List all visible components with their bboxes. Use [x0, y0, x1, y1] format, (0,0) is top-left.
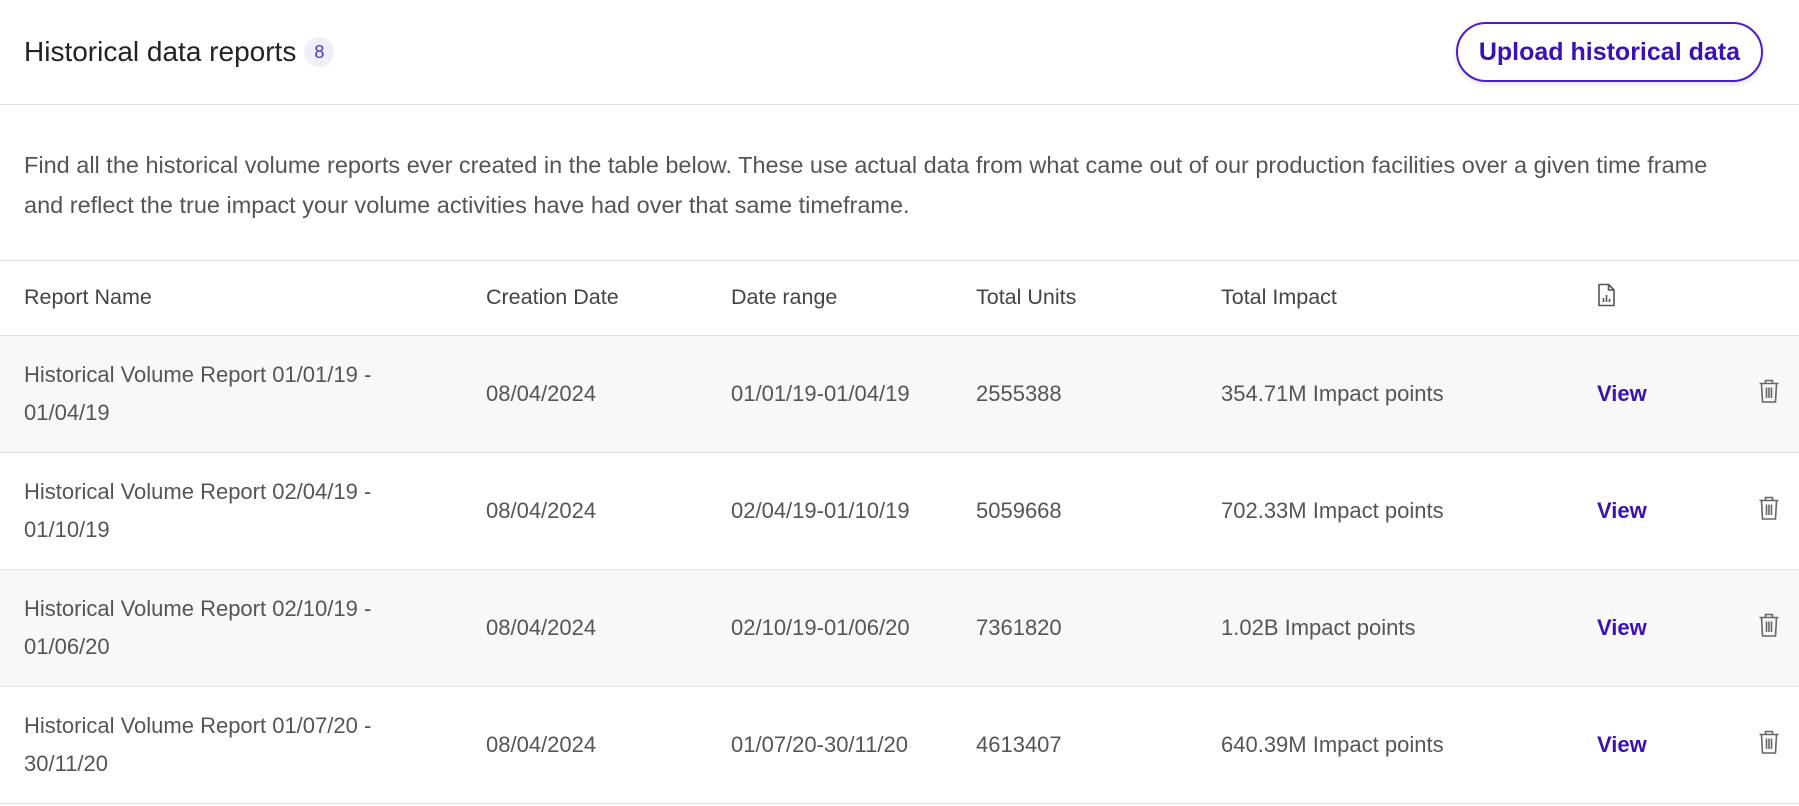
view-report-link[interactable]: View [1597, 732, 1647, 757]
reports-table: Report Name Creation Date Date range Tot… [0, 261, 1799, 804]
page-header: Historical data reports 8 Upload histori… [0, 0, 1799, 105]
view-cell: View [1571, 686, 1711, 804]
view-report-link[interactable]: View [1597, 615, 1647, 640]
view-report-link[interactable]: View [1597, 498, 1647, 523]
title-group: Historical data reports 8 [24, 36, 335, 68]
report-name-cell: Historical Volume Report 02/10/19 - 01/0… [0, 569, 486, 687]
report-count-badge: 8 [304, 37, 335, 67]
column-header-report-name[interactable]: Report Name [0, 261, 486, 336]
creation-date-cell: 08/04/2024 [486, 569, 731, 687]
total-units-cell: 4613407 [976, 686, 1221, 804]
upload-historical-data-button[interactable]: Upload historical data [1455, 22, 1763, 82]
column-header-actions [1711, 261, 1799, 336]
total-units-cell: 2555388 [976, 335, 1221, 453]
trash-icon[interactable] [1757, 495, 1781, 521]
view-cell: View [1571, 569, 1711, 687]
view-cell: View [1571, 452, 1711, 570]
total-units-cell: 7361820 [976, 569, 1221, 687]
column-header-creation-date[interactable]: Creation Date [486, 261, 731, 336]
total-impact-cell: 1.02B Impact points [1221, 569, 1571, 687]
delete-cell [1711, 335, 1799, 453]
column-header-report [1571, 261, 1711, 336]
trash-icon[interactable] [1757, 378, 1781, 404]
date-range-cell: 01/07/20-30/11/20 [731, 686, 976, 804]
trash-icon[interactable] [1757, 729, 1781, 755]
report-name-cell: Historical Volume Report 01/01/19 - 01/0… [0, 335, 486, 453]
date-range-cell: 02/04/19-01/10/19 [731, 452, 976, 570]
total-units-cell: 5059668 [976, 452, 1221, 570]
date-range-cell: 01/01/19-01/04/19 [731, 335, 976, 453]
table-header-row: Report Name Creation Date Date range Tot… [0, 261, 1799, 336]
creation-date-cell: 08/04/2024 [486, 686, 731, 804]
total-impact-cell: 640.39M Impact points [1221, 686, 1571, 804]
view-report-link[interactable]: View [1597, 381, 1647, 406]
view-cell: View [1571, 335, 1711, 453]
table-row: Historical Volume Report 01/07/20 - 30/1… [0, 686, 1799, 804]
date-range-cell: 02/10/19-01/06/20 [731, 569, 976, 687]
table-row: Historical Volume Report 02/10/19 - 01/0… [0, 569, 1799, 687]
file-chart-icon [1595, 283, 1617, 307]
table-row: Historical Volume Report 01/01/19 - 01/0… [0, 335, 1799, 453]
column-header-total-units[interactable]: Total Units [976, 261, 1221, 336]
delete-cell [1711, 686, 1799, 804]
table-row: Historical Volume Report 02/04/19 - 01/1… [0, 452, 1799, 570]
creation-date-cell: 08/04/2024 [486, 335, 731, 453]
total-impact-cell: 702.33M Impact points [1221, 452, 1571, 570]
trash-icon[interactable] [1757, 612, 1781, 638]
delete-cell [1711, 569, 1799, 687]
delete-cell [1711, 452, 1799, 570]
page-title: Historical data reports [24, 36, 297, 67]
page-description: Find all the historical volume reports e… [0, 105, 1799, 261]
report-name-cell: Historical Volume Report 01/07/20 - 30/1… [0, 686, 486, 804]
report-name-cell: Historical Volume Report 02/04/19 - 01/1… [0, 452, 486, 570]
total-impact-cell: 354.71M Impact points [1221, 335, 1571, 453]
creation-date-cell: 08/04/2024 [486, 452, 731, 570]
column-header-date-range[interactable]: Date range [731, 261, 976, 336]
column-header-total-impact[interactable]: Total Impact [1221, 261, 1571, 336]
